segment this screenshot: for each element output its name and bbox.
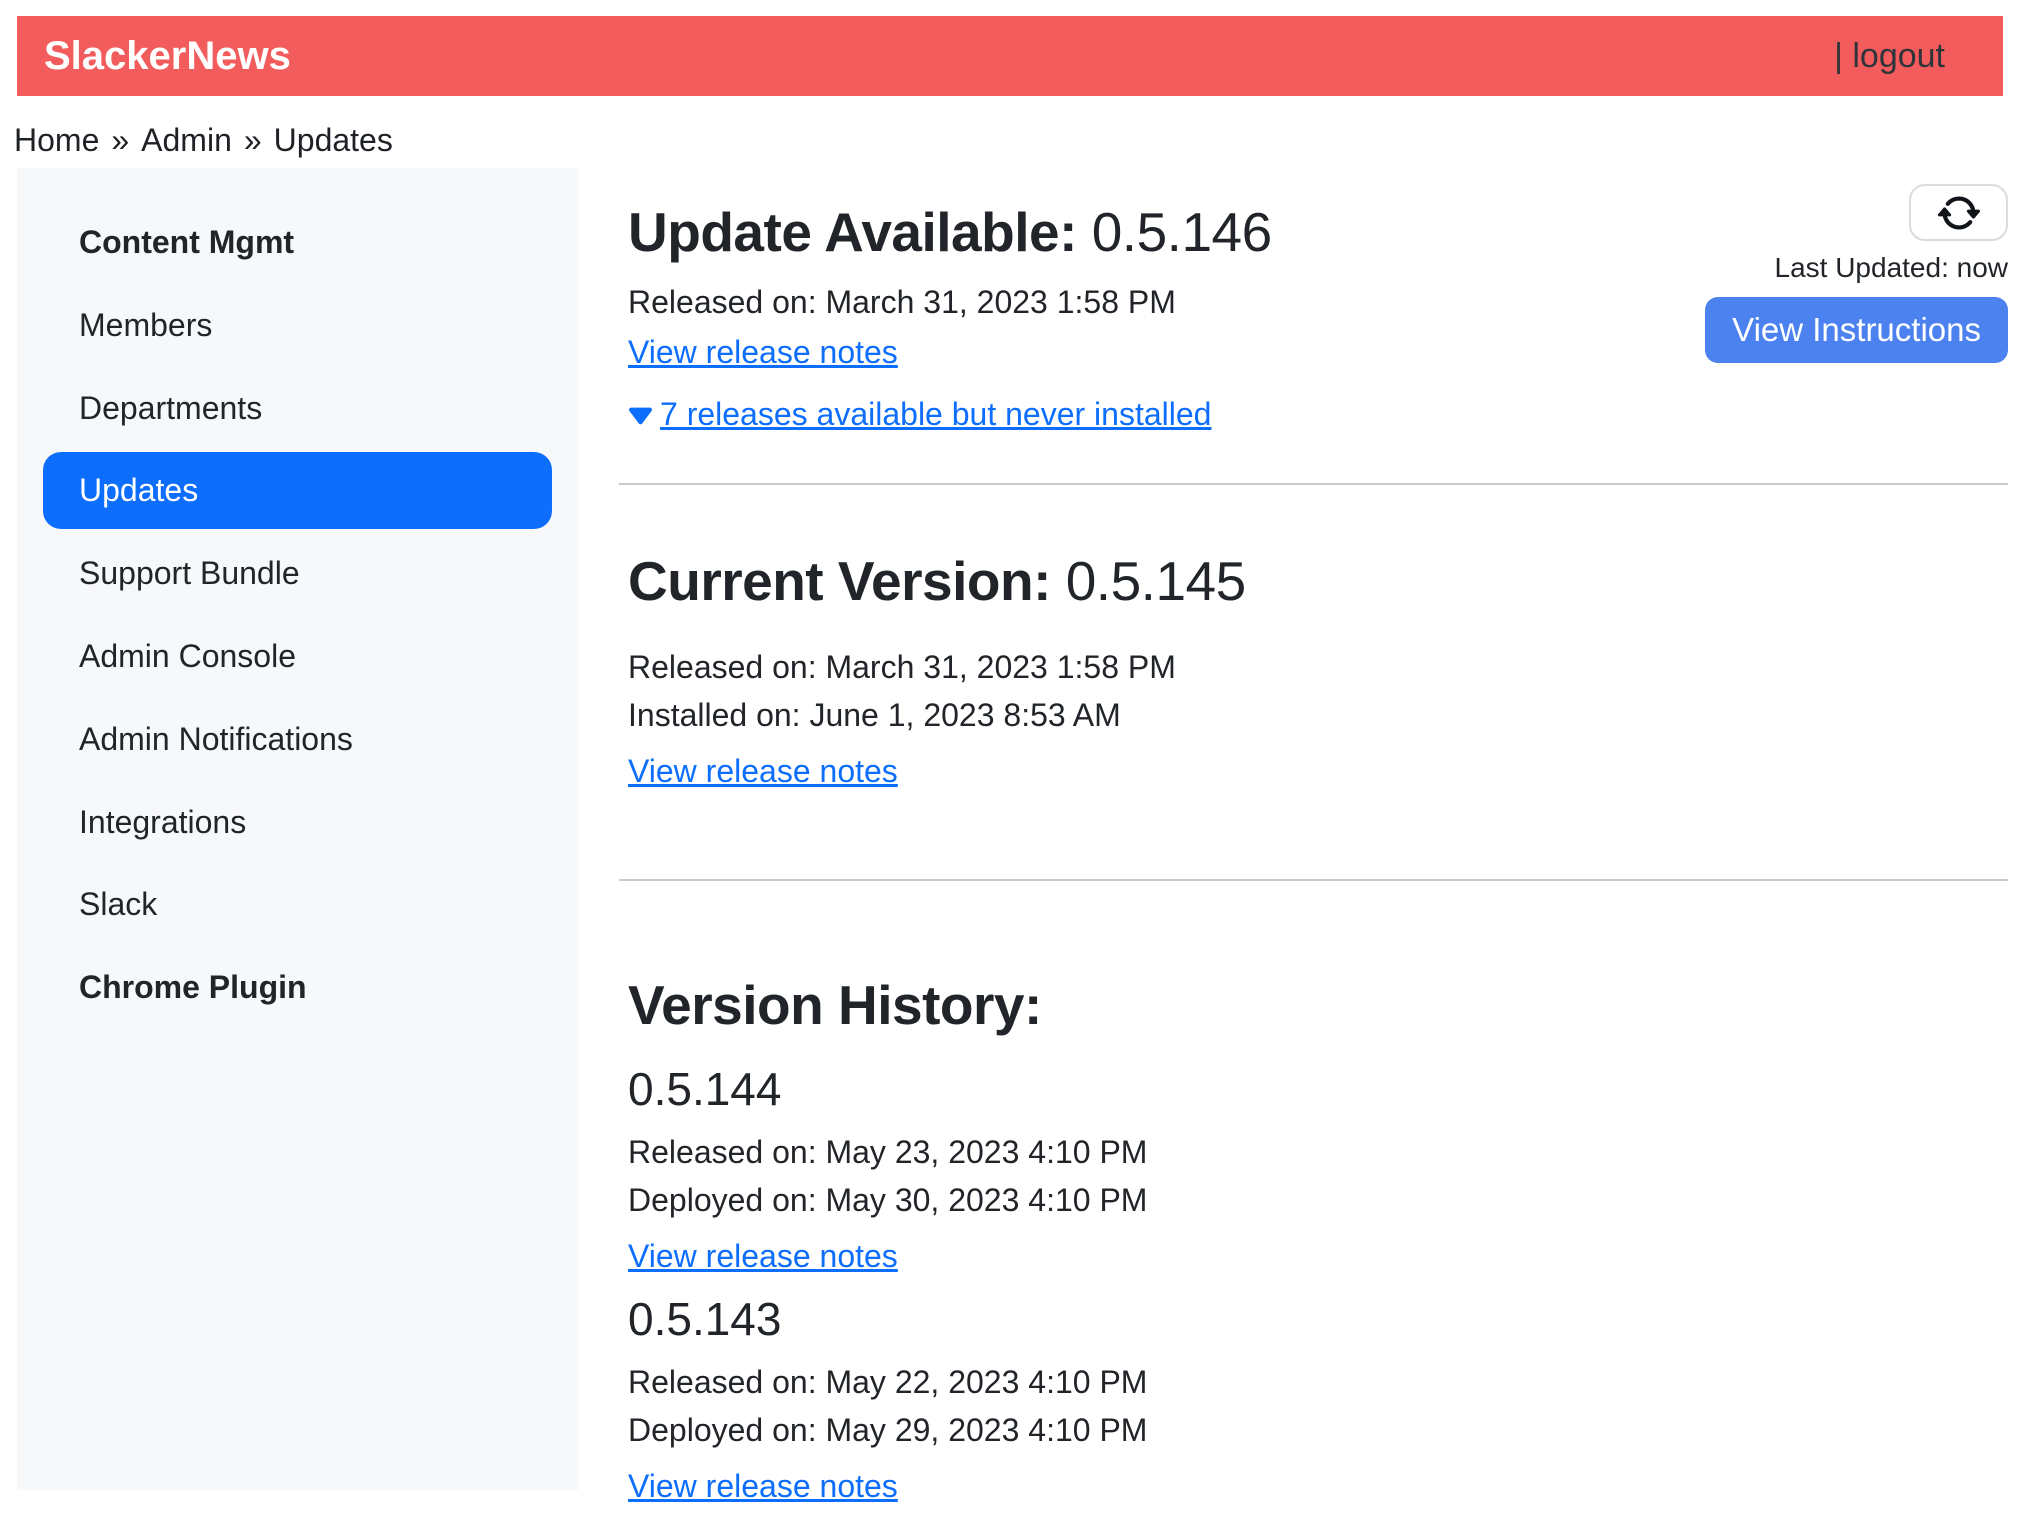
update-release-notes-link[interactable]: View release notes — [628, 334, 898, 370]
releases-toggle-link[interactable]: 7 releases available but never installed — [660, 392, 1211, 437]
update-available-section: Update Available: 0.5.146 Released on: M… — [628, 200, 2008, 437]
update-available-version: 0.5.146 — [1092, 201, 1272, 263]
refresh-button[interactable] — [1909, 184, 2008, 241]
page-layout: Content Mgmt Members Departments Updates… — [0, 168, 2028, 1510]
refresh-icon — [1938, 192, 1980, 234]
releases-toggle[interactable]: 7 releases available but never installed — [628, 392, 1272, 437]
sidebar-item-chrome-plugin[interactable]: Chrome Plugin — [43, 949, 552, 1026]
version-history-section: Version History: 0.5.144 Released on: Ma… — [628, 973, 2008, 1510]
version-history-title: Version History: — [628, 973, 2008, 1037]
brand-logo[interactable]: SlackerNews — [44, 34, 291, 79]
history-version-number: 0.5.143 — [628, 1292, 2008, 1346]
current-version-title: Current Version: 0.5.145 — [628, 549, 2008, 613]
top-navbar: SlackerNews | logout — [17, 16, 2003, 96]
history-released-on: Released on: May 23, 2023 4:10 PM — [628, 1128, 2008, 1176]
update-available-title: Update Available: 0.5.146 — [628, 200, 1272, 264]
sidebar-item-content-mgmt[interactable]: Content Mgmt — [43, 204, 552, 281]
history-deployed-on: Deployed on: May 29, 2023 4:10 PM — [628, 1406, 2008, 1454]
breadcrumb-home[interactable]: Home — [14, 122, 99, 159]
logout-link[interactable]: | logout — [1834, 37, 1945, 76]
current-released-on: Released on: March 31, 2023 1:58 PM — [628, 643, 2008, 691]
update-actions: Last Updated: now View Instructions — [1705, 184, 2008, 363]
breadcrumb-separator: » — [111, 122, 129, 159]
current-version-label: Current Version: — [628, 550, 1051, 612]
sidebar-item-slack[interactable]: Slack — [43, 866, 552, 943]
current-installed-on: Installed on: June 1, 2023 8:53 AM — [628, 691, 2008, 739]
section-divider — [619, 483, 2008, 485]
sidebar-item-admin-console[interactable]: Admin Console — [43, 618, 552, 695]
view-instructions-button[interactable]: View Instructions — [1705, 297, 2008, 363]
main-content: Update Available: 0.5.146 Released on: M… — [628, 200, 2008, 1510]
caret-down-icon — [628, 406, 653, 427]
update-available-info: Update Available: 0.5.146 Released on: M… — [628, 200, 1272, 437]
sidebar-item-members[interactable]: Members — [43, 287, 552, 364]
sidebar-item-integrations[interactable]: Integrations — [43, 784, 552, 861]
history-released-on: Released on: May 22, 2023 4:10 PM — [628, 1358, 2008, 1406]
update-released-on: Released on: March 31, 2023 1:58 PM — [628, 278, 1272, 326]
breadcrumb-separator: » — [244, 122, 262, 159]
history-release-notes-link[interactable]: View release notes — [628, 1238, 898, 1274]
sidebar-item-departments[interactable]: Departments — [43, 370, 552, 447]
last-updated-text: Last Updated: now — [1775, 252, 2009, 284]
history-deployed-on: Deployed on: May 30, 2023 4:10 PM — [628, 1176, 2008, 1224]
history-release-notes-link[interactable]: View release notes — [628, 1468, 898, 1504]
breadcrumb-current: Updates — [274, 122, 393, 159]
breadcrumb-admin[interactable]: Admin — [141, 122, 232, 159]
current-version-number: 0.5.145 — [1066, 550, 1246, 612]
update-available-label: Update Available: — [628, 201, 1077, 263]
sidebar-item-support-bundle[interactable]: Support Bundle — [43, 535, 552, 612]
version-history-entry: 0.5.144 Released on: May 23, 2023 4:10 P… — [628, 1062, 2008, 1280]
sidebar-item-updates[interactable]: Updates — [43, 452, 552, 529]
sidebar-item-admin-notifications[interactable]: Admin Notifications — [43, 701, 552, 778]
current-release-notes-link[interactable]: View release notes — [628, 753, 898, 789]
admin-sidebar: Content Mgmt Members Departments Updates… — [17, 168, 578, 1490]
section-divider — [619, 879, 2008, 881]
breadcrumb: Home » Admin » Updates — [14, 122, 2028, 159]
version-history-entry: 0.5.143 Released on: May 22, 2023 4:10 P… — [628, 1292, 2008, 1510]
history-version-number: 0.5.144 — [628, 1062, 2008, 1116]
current-version-section: Current Version: 0.5.145 Released on: Ma… — [628, 549, 2008, 795]
